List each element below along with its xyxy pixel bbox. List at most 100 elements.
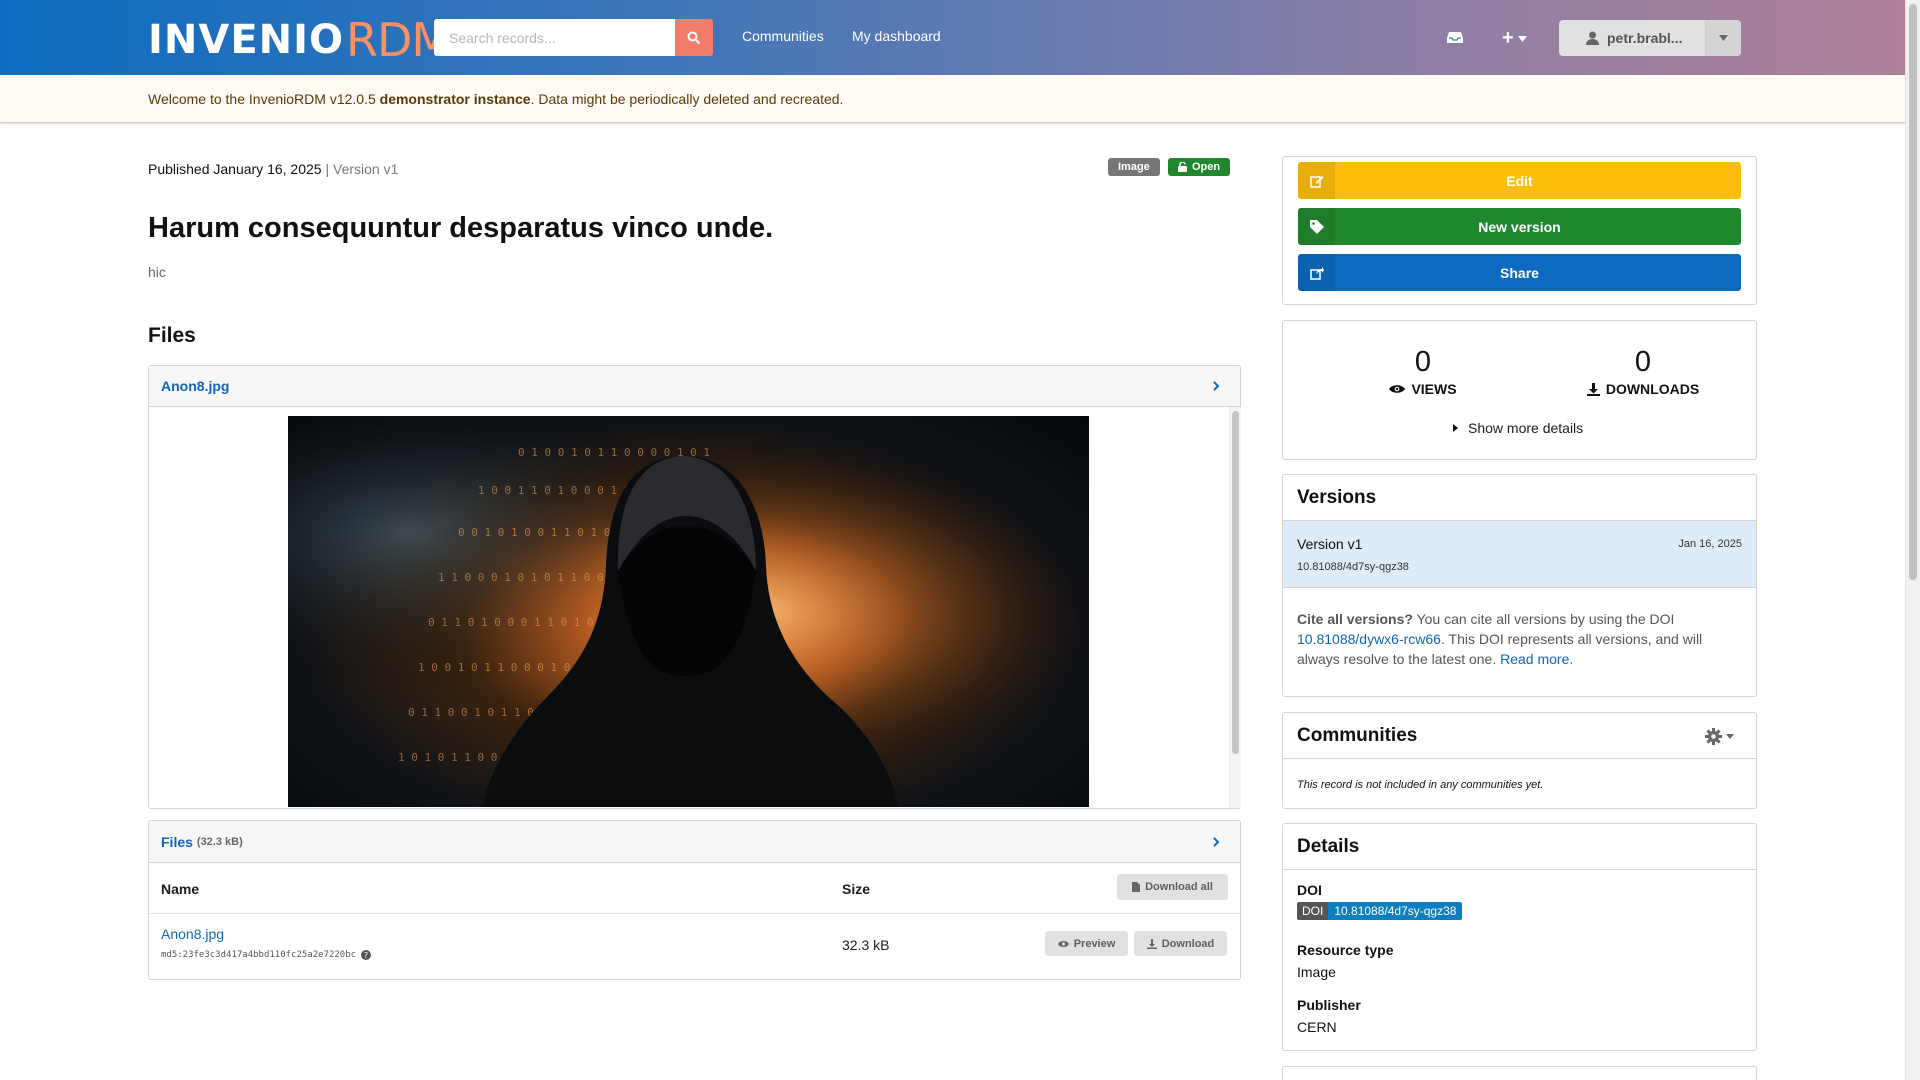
files-list-title[interactable]: Files: [161, 834, 193, 850]
views-count: 0: [1414, 346, 1432, 378]
create-menu[interactable]: +: [1502, 27, 1527, 50]
downloads-label-row: DOWNLOADS: [1568, 381, 1718, 397]
chevron-down-icon: [1517, 35, 1527, 42]
inbox-icon[interactable]: [1445, 28, 1465, 46]
version-item-date: Jan 16, 2025: [1678, 538, 1742, 550]
files-total-size: (32.3 kB): [196, 835, 243, 848]
cite-all-versions: Cite all versions? You can cite all vers…: [1283, 588, 1756, 669]
user-menu-main[interactable]: petr.brabl...: [1559, 20, 1705, 56]
show-more-details-label: Show more details: [1468, 420, 1584, 436]
download-icon: [1586, 382, 1600, 396]
resource-type-field-label: Resource type: [1297, 942, 1394, 958]
communities-settings-menu[interactable]: [1705, 728, 1734, 745]
share-button[interactable]: Share: [1298, 254, 1741, 291]
versions-panel: Versions Version v1 Jan 16, 2025 10.8108…: [1282, 474, 1757, 697]
preview-file-name[interactable]: Anon8.jpg: [161, 378, 229, 394]
files-table-header: Name Size Download all: [149, 863, 1240, 914]
communities-header: Communities: [1283, 713, 1756, 759]
search-input[interactable]: [434, 19, 675, 56]
publisher-field-value: CERN: [1297, 1019, 1337, 1035]
details-panel: Details DOI DOI 10.81088/4d7sy-qgz38 Reso…: [1282, 823, 1757, 1051]
eye-icon: [1389, 385, 1406, 393]
preview-button[interactable]: Preview: [1045, 931, 1128, 956]
hooded-figure-image: 0 1 0 0 1 0 1 1 0 0 0 0 1 0 1 1 0 0 1 1 …: [288, 416, 1089, 807]
download-button-label: Download: [1161, 937, 1215, 950]
top-navbar: INVENIO RDM Communities My dashboard + p…: [0, 0, 1905, 75]
svg-text:?: ?: [364, 951, 368, 960]
preview-scrollbar-thumb[interactable]: [1232, 411, 1239, 754]
doi-label: DOI: [1297, 882, 1322, 898]
views-stat: 0 VIEWS: [1373, 346, 1473, 397]
edit-button[interactable]: Edit: [1298, 162, 1741, 199]
new-version-button[interactable]: New version: [1298, 208, 1741, 245]
chevron-down-icon: [1719, 35, 1728, 41]
user-menu-dropdown[interactable]: [1705, 20, 1741, 56]
publication-info: Published January 16, 2025 | Version v1: [148, 161, 398, 177]
share-button-label: Share: [1500, 264, 1539, 281]
caret-right-icon: [1453, 424, 1458, 432]
gear-icon: [1705, 728, 1722, 745]
files-list-header[interactable]: Files (32.3 kB): [149, 821, 1240, 863]
preview-scrollbar[interactable]: [1229, 407, 1241, 808]
file-archive-icon: [1132, 882, 1141, 892]
search-button[interactable]: [675, 19, 713, 56]
versions-title: Versions: [1297, 486, 1377, 508]
file-checksum: md5:23fe3c3d417a4bbd110fc25a2e7220bc ?: [161, 950, 372, 960]
views-label: VIEWS: [1411, 381, 1457, 397]
details-header: Details: [1283, 824, 1756, 870]
downloads-count: 0: [1634, 346, 1652, 378]
file-name-link[interactable]: Anon8.jpg: [161, 926, 224, 942]
file-row: Anon8.jpg md5:23fe3c3d417a4bbd110fc25a2e…: [149, 914, 1240, 978]
banner-text-suffix: . Data might be periodically deleted and…: [530, 90, 844, 107]
banner-text-prefix: Welcome to the InvenioRDM v12.0.5: [148, 90, 380, 107]
new-version-button-label: New version: [1478, 218, 1561, 235]
version-label: Version v1: [333, 161, 399, 177]
communities-empty-message: This record is not included in any commu…: [1297, 779, 1544, 791]
file-preview-body: 0 1 0 0 1 0 1 1 0 0 0 0 1 0 1 1 0 0 1 1 …: [149, 407, 1241, 808]
published-date: Published January 16, 2025: [148, 161, 322, 177]
invenio-rdm-logo[interactable]: INVENIO RDM: [148, 12, 451, 68]
user-icon: [1586, 31, 1599, 45]
record-description: hic: [148, 264, 166, 280]
files-list-panel: Files (32.3 kB) Name Size Download all A…: [148, 820, 1241, 980]
version-item-doi: 10.81088/4d7sy-qgz38: [1297, 561, 1409, 573]
resource-type-label: Image: [1108, 158, 1160, 176]
show-more-details-toggle[interactable]: Show more details: [1453, 420, 1583, 436]
resource-type-text: Image: [1118, 161, 1150, 173]
communities-panel: Communities This record is not included …: [1282, 712, 1757, 809]
details-title: Details: [1297, 835, 1360, 857]
user-name: petr.brabl...: [1607, 30, 1683, 46]
chevron-right-icon[interactable]: [1213, 381, 1220, 391]
preview-button-label: Preview: [1073, 937, 1116, 950]
page-scrollbar-thumb[interactable]: [1909, 4, 1917, 580]
version-item-label[interactable]: Version v1: [1297, 536, 1362, 552]
concept-doi-link[interactable]: 10.81088/dywx6-rcw66: [1297, 631, 1441, 647]
chevron-right-icon[interactable]: [1213, 836, 1220, 847]
nav-communities[interactable]: Communities: [742, 28, 824, 44]
plus-icon: +: [1502, 27, 1514, 49]
download-button[interactable]: Download: [1134, 931, 1227, 956]
doi-badge-value[interactable]: 10.81088/4d7sy-qgz38: [1328, 902, 1463, 920]
preview-image: 0 1 0 0 1 0 1 1 0 0 0 0 1 0 1 1 0 0 1 1 …: [288, 416, 1089, 807]
version-item-current[interactable]: Version v1 Jan 16, 2025 10.81088/4d7sy-q…: [1283, 521, 1756, 588]
question-circle-icon[interactable]: ?: [361, 950, 372, 960]
statistics-panel: 0 VIEWS 0 DOWNLOADS Show more details: [1282, 320, 1757, 460]
doi-badge[interactable]: DOI 10.81088/4d7sy-qgz38: [1297, 902, 1463, 920]
nav-my-dashboard[interactable]: My dashboard: [852, 28, 941, 44]
tag-icon: [1298, 208, 1335, 245]
search-icon: [687, 31, 701, 44]
demo-instance-banner: Welcome to the InvenioRDM v12.0.5 demons…: [0, 75, 1905, 123]
column-header-name: Name: [161, 881, 200, 897]
logo-text-invenio: INVENIO: [148, 17, 345, 63]
downloads-stat: 0 DOWNLOADS: [1568, 346, 1718, 397]
read-more-link[interactable]: Read more: [1500, 651, 1569, 667]
cite-all-text-1: You can cite all versions by using the D…: [1412, 611, 1675, 627]
download-all-button[interactable]: Download all: [1117, 874, 1228, 900]
page-scrollbar[interactable]: [1905, 0, 1920, 1080]
file-preview-header[interactable]: Anon8.jpg: [149, 366, 1240, 407]
download-icon: [1146, 938, 1157, 949]
access-status-label[interactable]: Open: [1168, 158, 1231, 176]
files-heading: Files: [148, 324, 196, 347]
user-menu-button[interactable]: petr.brabl...: [1559, 20, 1741, 56]
cite-all-bold: Cite all versions?: [1297, 611, 1413, 627]
